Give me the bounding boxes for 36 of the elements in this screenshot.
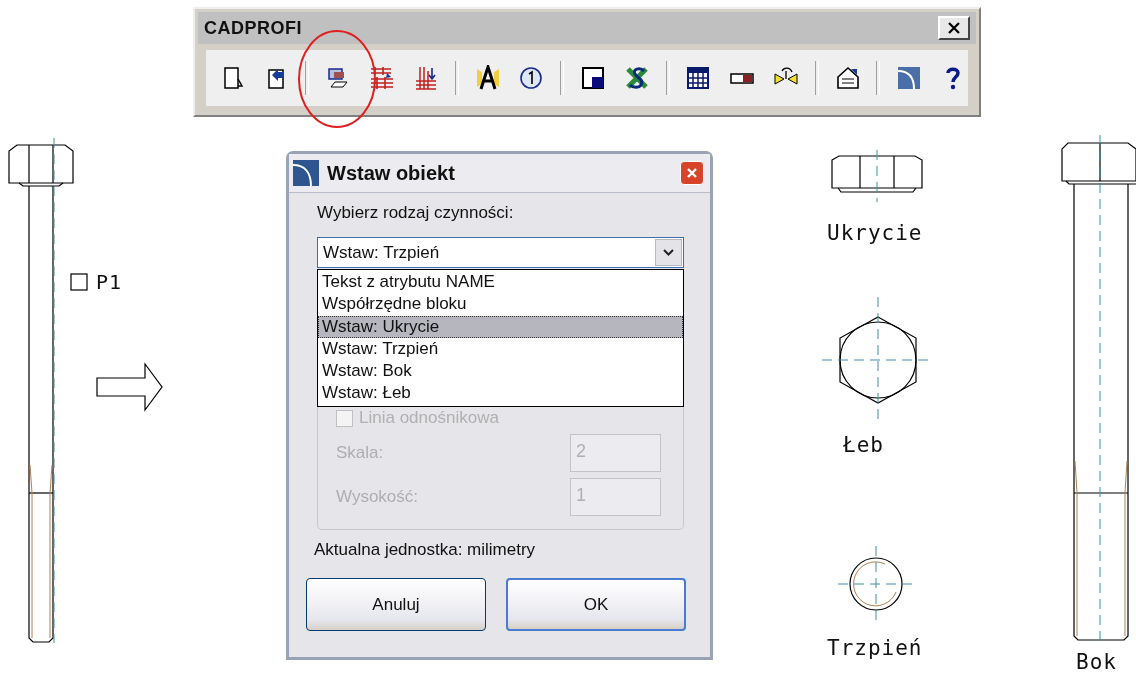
arc-logo-icon [293,160,319,186]
text-a-icon[interactable] [474,65,501,91]
close-button[interactable] [938,16,970,40]
checkbox-label: Linia odnośnikowa [359,408,499,428]
crossed-s-icon[interactable] [623,65,650,91]
dropdown[interactable]: Wstaw: Trzpień [317,237,684,268]
field-label: Wysokość: [336,487,419,507]
dropdown-option[interactable]: Wstaw: Bok [318,360,683,383]
table-arrow-icon[interactable] [369,65,396,91]
dropdown-option[interactable]: Wstaw: Trzpień [318,337,683,361]
dialog-button[interactable]: OK [506,578,686,631]
arrow-drawing [96,362,164,412]
point-marker [70,273,88,291]
square-icon[interactable] [579,65,606,91]
dropdown-option[interactable]: Tekst z atrybutu NAME [318,271,683,294]
dialog-title: Wstaw obiekt [327,161,456,185]
unit-note: Aktualna jednostka: milimetry [314,540,537,560]
close-icon [947,21,961,35]
drawing-label: Bok [1076,650,1117,674]
arc-logo-icon[interactable] [896,65,923,91]
dropdown-option[interactable]: Wstaw: Ukrycie [318,315,683,338]
dropdown-option[interactable]: Wstaw: Łeb [318,382,683,405]
toolbar-title: CADPROFI [204,17,302,39]
grid-icon[interactable] [685,65,712,91]
dropdown-option[interactable]: Współrzędne bloku [318,293,683,316]
drawing-label: Ukrycie [827,221,923,245]
drawing-label: P1 [96,270,123,294]
dialog-button[interactable]: Anuluj [306,578,486,631]
chevron-down-icon [663,248,674,257]
close-icon [686,167,698,179]
drawing-label: Łeb [843,433,884,457]
field-label: Skala: [336,443,384,463]
number-circle-icon[interactable] [518,65,545,91]
house-icon[interactable] [834,65,861,91]
prompt-label: Wybierz rodzaj czynności: [317,203,515,224]
drawing-label: Trzpień [827,636,923,660]
